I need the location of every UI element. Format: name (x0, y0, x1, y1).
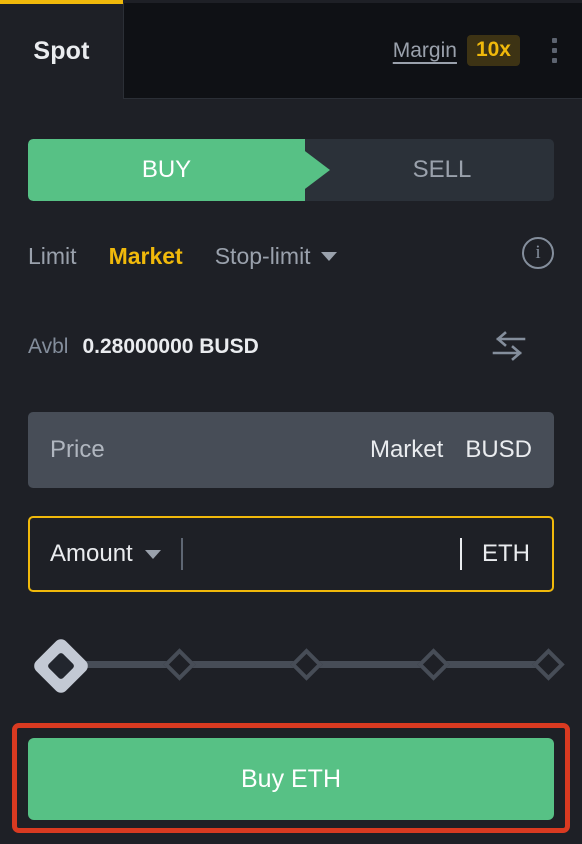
tab-market[interactable]: Market (109, 243, 183, 270)
header-bar: Spot Margin 10x (0, 0, 582, 103)
amount-percent-slider[interactable] (20, 636, 565, 696)
tab-stop-limit[interactable]: Stop-limit (215, 243, 337, 270)
sell-tab[interactable]: SELL (330, 139, 554, 201)
available-balance-row: Avbl 0.28000000 BUSD (28, 327, 554, 367)
price-input-placeholder: Price (50, 436, 105, 463)
side-toggle: BUY SELL (28, 139, 554, 201)
buy-eth-button-label: Buy ETH (240, 764, 342, 793)
slider-tick-50[interactable] (290, 648, 323, 681)
slider-tick-25[interactable] (163, 648, 196, 681)
info-icon-glyph: i (535, 242, 541, 263)
order-type-tabs: Limit Market Stop-limit i (28, 235, 554, 277)
slider-tick-75[interactable] (417, 648, 450, 681)
slider-handle[interactable] (31, 636, 91, 696)
margin-link[interactable]: Margin (393, 39, 457, 63)
slider-tick-100[interactable] (532, 648, 565, 681)
kebab-menu-icon[interactable] (534, 21, 574, 81)
amount-input-row[interactable]: Amount ETH (28, 516, 554, 592)
price-market-label: Market (369, 436, 444, 463)
tab-stop-limit-label: Stop-limit (214, 242, 311, 269)
available-balance-label: Avbl (28, 335, 69, 358)
margin-panel: Margin 10x (123, 3, 582, 99)
leverage-badge[interactable]: 10x (466, 35, 520, 66)
text-cursor (180, 538, 183, 570)
price-currency-label: BUSD (465, 436, 532, 463)
buy-tab-label: BUY (141, 156, 192, 183)
sell-tab-label: SELL (412, 156, 472, 183)
amount-currency-label: ETH (482, 540, 530, 567)
tab-spot[interactable]: Spot (0, 0, 123, 99)
buy-tab[interactable]: BUY (28, 139, 305, 201)
info-icon[interactable]: i (522, 237, 554, 269)
chevron-down-icon (320, 251, 337, 261)
available-balance-value: 0.28000000 BUSD (82, 335, 259, 358)
buy-eth-button[interactable]: Buy ETH (28, 738, 554, 820)
chevron-down-icon[interactable] (144, 549, 161, 559)
price-input-row[interactable]: Price Market BUSD (28, 412, 554, 488)
amount-divider (460, 538, 462, 570)
transfer-arrows-icon[interactable] (490, 329, 528, 363)
trading-panel: Spot Margin 10x BUY SELL Limit Market St… (0, 0, 582, 844)
tab-spot-label: Spot (33, 37, 90, 65)
amount-selector-label[interactable]: Amount (50, 540, 133, 568)
price-field-suffix: Market BUSD (370, 436, 554, 464)
tab-limit[interactable]: Limit (28, 243, 77, 270)
